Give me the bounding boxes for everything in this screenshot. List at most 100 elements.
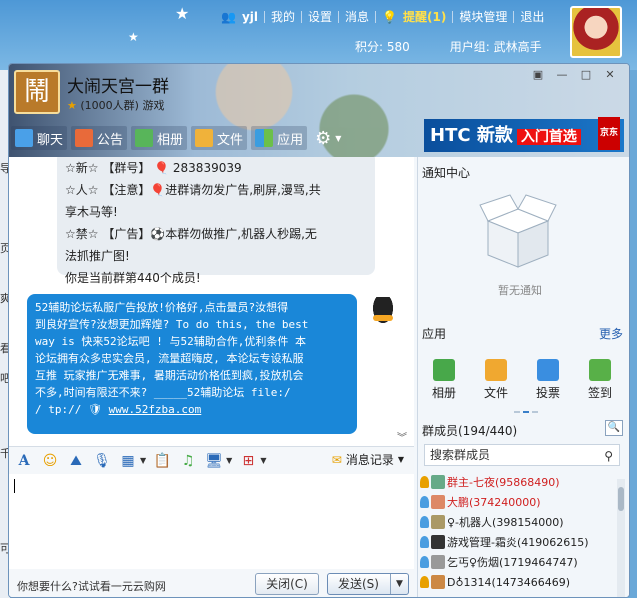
app-label: 文件 <box>483 386 508 400</box>
app-vote[interactable]: 投票 <box>530 359 566 401</box>
screenshot-icon[interactable]: 🖥 <box>204 451 224 471</box>
ad-brand: HTC 新款 <box>430 125 513 146</box>
points-label[interactable]: 积分: 580 <box>355 38 410 55</box>
message-line: 论坛拥有众多忠实会员, 流量超嗨皮, 本论坛专设私服 <box>35 352 304 365</box>
list-item[interactable]: 大鹏(374240000) <box>420 492 616 512</box>
tab-album[interactable]: 相册 <box>131 126 188 150</box>
message-line: 不多,时间有限还不来? _____52辅助论坛 file:/ <box>35 386 291 399</box>
avatar[interactable] <box>570 6 622 58</box>
input-footer: 你想要什么?试试看一元云购网 关闭(C) 发送(S) ▼ <box>9 569 414 597</box>
tab-notice[interactable]: 公告 <box>71 126 128 150</box>
window-header: 鬧 大闹天宫一群 ★ (1000人群) 游戏 ▣ — □ ✕ 聊天 公告 相册 … <box>9 64 629 157</box>
list-item[interactable]: 乞丐♀伤烟(1719464747) <box>420 552 616 572</box>
collapse-chevron-icon[interactable]: ︾ <box>397 429 407 444</box>
announcement-line: 法抓推广图! <box>65 249 130 263</box>
list-item[interactable]: 游戏管理-霜炎(419062615) <box>420 532 616 552</box>
htc-ad-banner[interactable]: HTC 新款 入门首选 京东 <box>424 117 624 152</box>
user-icon: 👥 <box>221 9 236 24</box>
right-panel: 通知中心 暂无通知 应用 更多 相册 文件 投票 签到 群成员(194/440)… <box>417 157 629 597</box>
qq-penguin-avatar[interactable] <box>369 297 397 329</box>
reminder-link[interactable]: 提醒(1) <box>397 8 452 25</box>
chevron-down-icon[interactable]: ▼ <box>260 456 266 465</box>
minimize-icon[interactable]: — <box>555 69 569 80</box>
member-list: 群主-七夜(95868490) 大鹏(374240000) ♀-机器人(3981… <box>420 472 616 592</box>
chat-history[interactable]: ☆新☆ 【群号】 🎈 283839039 ☆人☆ 【注意】🎈进群请勿发广告,刷屏… <box>9 157 414 482</box>
member-scrollbar[interactable] <box>617 479 625 597</box>
chevron-down-icon[interactable]: ▼ <box>390 574 408 594</box>
close-icon[interactable]: ✕ <box>603 69 617 80</box>
settings-link[interactable]: 设置 <box>302 8 338 25</box>
gift-icon[interactable]: ⊞ <box>238 451 258 471</box>
avatar <box>431 535 445 549</box>
send-button[interactable]: 发送(S) ▼ <box>327 573 409 595</box>
apps-icon <box>255 129 274 147</box>
maximize-icon[interactable]: □ <box>579 69 593 80</box>
app-checkin[interactable]: 签到 <box>582 359 618 401</box>
announcement-line: 享木马等! <box>65 205 118 219</box>
module-manage-link[interactable]: 模块管理 <box>453 8 513 25</box>
more-apps-link[interactable]: 更多 <box>599 325 623 342</box>
star-icon: ★ <box>67 99 77 112</box>
messages-link[interactable]: 消息 <box>339 8 375 25</box>
chevron-down-icon[interactable]: ▼ <box>226 456 232 465</box>
image-icon[interactable]: ▦ <box>118 451 138 471</box>
members-title: 群成员(194/440) <box>422 424 518 438</box>
search-icon[interactable]: 🔍 <box>605 420 623 436</box>
folder-icon <box>195 129 214 147</box>
message-line: 52辅助论坛私服广告投放!价格好,点击量员?汝想得 <box>35 301 289 314</box>
message-line: way is 快来52论坛吧 ! 与52辅助合作,优利条件 本 <box>35 335 306 348</box>
shake-icon[interactable]: ⛰ <box>66 451 86 471</box>
input-toolbar: A ☺ ⛰ 🎙 ▦ ▼ 📋 ♫ 🖥 ▼ ⊞ ▼ ✉ 消息记录 ▼ <box>9 446 414 474</box>
album-icon <box>433 359 455 381</box>
user-stats: 积分: 580 用户组: 武林高手 <box>355 38 542 55</box>
member-name: 大鹏(374240000) <box>447 496 541 509</box>
list-item[interactable]: D♁1314(1473466469) <box>420 572 616 592</box>
logout-link[interactable]: 退出 <box>514 8 550 25</box>
group-subtitle: ★ (1000人群) 游戏 <box>67 97 164 113</box>
group-size-label: (1000人群) 游戏 <box>80 99 165 112</box>
voice-icon[interactable]: 🎙 <box>92 451 112 471</box>
group-title: 大闹天宫一群 <box>67 77 169 97</box>
ad-tag: 入门首选 <box>516 129 581 145</box>
chat-icon <box>15 129 33 147</box>
list-item[interactable]: ♀-机器人(398154000) <box>420 512 616 532</box>
skin-icon[interactable]: ▣ <box>531 69 545 80</box>
person-icon <box>420 576 429 588</box>
member-name: 游戏管理-霜炎(419062615) <box>447 536 589 549</box>
settings-button[interactable]: ⚙ ▼ <box>311 126 345 150</box>
username-link[interactable]: yjl <box>242 10 264 24</box>
message-line: 互推 玩家推广无难事, 暑期活动价格低到疯,投放机会 <box>35 369 304 382</box>
album-icon <box>135 129 154 147</box>
site-topbar: 👥 yjl 我的 设置 消息 💡 提醒(1) 模块管理 退出 <box>215 8 550 25</box>
app-files[interactable]: 文件 <box>478 359 514 401</box>
message-link[interactable]: www.52fzba.com <box>109 403 202 416</box>
app-album[interactable]: 相册 <box>426 359 462 401</box>
message-line: / tp:// 🛡 www.52fzba.com <box>35 401 349 418</box>
message-history-button[interactable]: ✉ 消息记录 ▼ <box>332 451 404 468</box>
emoji-icon[interactable]: ☺ <box>40 451 60 471</box>
doc-icon[interactable]: 📋 <box>152 451 172 471</box>
close-button[interactable]: 关闭(C) <box>255 573 319 595</box>
group-logo[interactable]: 鬧 <box>14 70 60 114</box>
footer-ad-link[interactable]: 你想要什么?试试看一元云购网 <box>17 578 166 594</box>
app-label: 投票 <box>535 386 560 400</box>
list-item[interactable]: 群主-七夜(95868490) <box>420 472 616 492</box>
announcement-line: ☆新☆ 【群号】 🎈 283839039 <box>65 161 242 175</box>
person-icon <box>420 556 429 568</box>
tab-files[interactable]: 文件 <box>191 126 248 150</box>
app-pager[interactable] <box>514 411 538 413</box>
ad-shop: 京东 <box>597 117 620 150</box>
qq-group-window: 鬧 大闹天宫一群 ★ (1000人群) 游戏 ▣ — □ ✕ 聊天 公告 相册 … <box>8 63 630 598</box>
tab-apps[interactable]: 应用 <box>251 126 308 150</box>
music-icon[interactable]: ♫ <box>178 451 198 471</box>
my-link[interactable]: 我的 <box>265 8 301 25</box>
tab-chat[interactable]: 聊天 <box>11 126 68 150</box>
search-icon[interactable]: ⚲ <box>604 446 613 466</box>
window-controls: ▣ — □ ✕ <box>531 69 617 80</box>
font-icon[interactable]: A <box>14 451 34 471</box>
chevron-down-icon[interactable]: ▼ <box>140 456 146 465</box>
member-search-input[interactable]: 搜索群成员 ⚲ <box>424 444 620 466</box>
app-label: 签到 <box>587 386 612 400</box>
message-input[interactable] <box>9 474 414 569</box>
avatar <box>431 555 445 569</box>
